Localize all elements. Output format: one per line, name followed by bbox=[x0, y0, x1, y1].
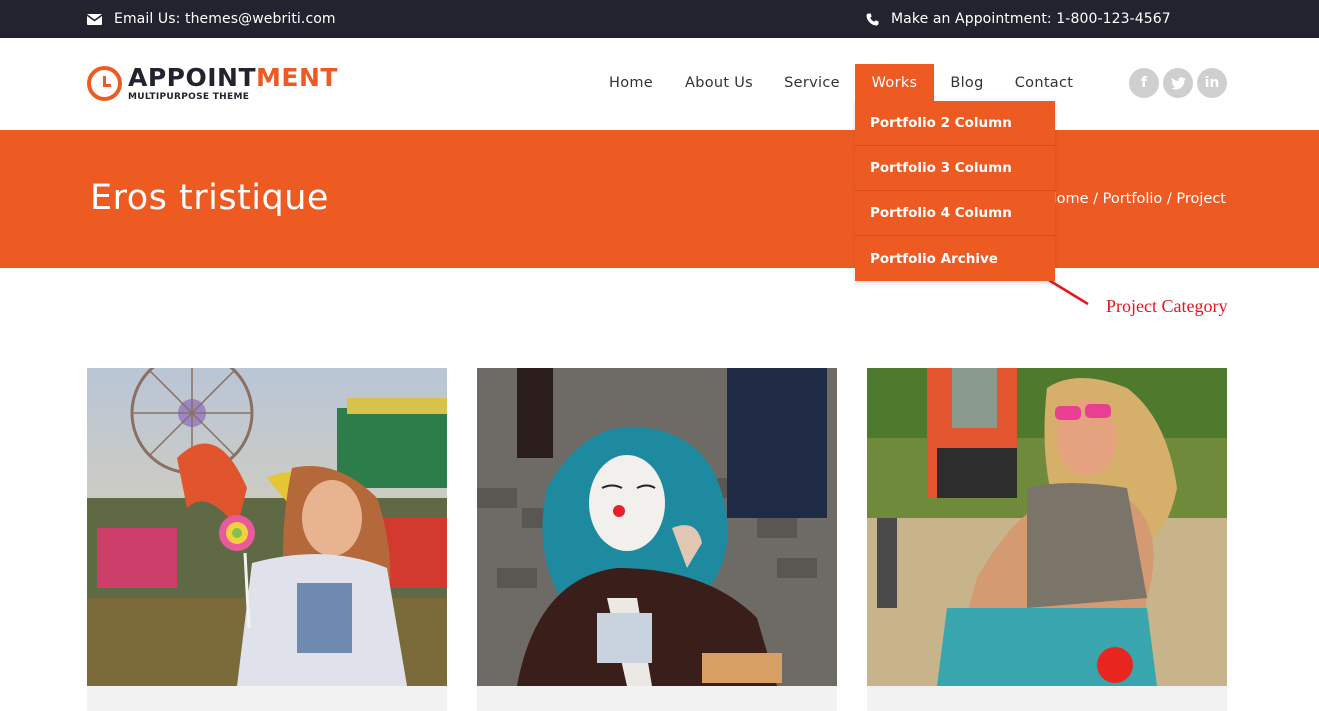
site-header: Appointment MULTIPURPOSE THEME Home Abou… bbox=[0, 38, 1319, 130]
envelope-icon bbox=[87, 13, 102, 25]
portfolio-card[interactable] bbox=[87, 368, 447, 711]
linkedin-icon[interactable]: in bbox=[1197, 68, 1227, 98]
clock-icon bbox=[87, 66, 122, 101]
dropdown-item-portfolio-3-column[interactable]: Portfolio 3 Column bbox=[855, 146, 1055, 191]
email-contact[interactable]: Email Us: themes@webriti.com bbox=[87, 0, 336, 38]
portfolio-image-mime-woman[interactable] bbox=[477, 368, 837, 686]
twitter-icon[interactable] bbox=[1163, 68, 1193, 98]
facebook-glyph: f bbox=[1140, 75, 1148, 91]
nav-item-about-us[interactable]: About Us bbox=[672, 64, 766, 101]
portfolio-image-woman-sunglasses[interactable] bbox=[867, 368, 1227, 686]
logo-tagline: MULTIPURPOSE THEME bbox=[128, 92, 250, 102]
linkedin-glyph: in bbox=[1204, 75, 1220, 91]
phone-contact[interactable]: Make an Appointment: 1-800-123-4567 bbox=[866, 0, 1171, 38]
breadcrumb[interactable]: Home / Portfolio / Project bbox=[1046, 191, 1226, 207]
logo-brand-main: Appoint bbox=[128, 63, 257, 92]
twitter-bird-glyph bbox=[1170, 76, 1186, 89]
page-title-banner: Eros tristique Home / Portfolio / Projec… bbox=[0, 130, 1319, 268]
nav-item-home[interactable]: Home bbox=[596, 64, 666, 101]
dropdown-item-portfolio-4-column[interactable]: Portfolio 4 Column bbox=[855, 191, 1055, 236]
email-text: Email Us: themes@webriti.com bbox=[114, 11, 336, 27]
portfolio-image-girl-lollipop[interactable] bbox=[87, 368, 447, 686]
site-logo[interactable]: Appointment MULTIPURPOSE THEME bbox=[87, 64, 337, 104]
works-dropdown-menu: Portfolio 2 Column Portfolio 3 Column Po… bbox=[855, 101, 1055, 281]
nav-item-blog[interactable]: Blog bbox=[940, 64, 994, 101]
nav-item-service[interactable]: Service bbox=[772, 64, 852, 101]
portfolio-card[interactable] bbox=[477, 368, 837, 711]
phone-text: Make an Appointment: 1-800-123-4567 bbox=[891, 11, 1171, 27]
page-title: Eros tristique bbox=[90, 178, 329, 218]
top-bar: Email Us: themes@webriti.com Make an App… bbox=[0, 0, 1319, 38]
nav-item-works[interactable]: Works bbox=[855, 64, 934, 101]
portfolio-card[interactable] bbox=[867, 368, 1227, 711]
annotation-label: Project Category bbox=[1106, 296, 1228, 316]
dropdown-item-portfolio-archive[interactable]: Portfolio Archive bbox=[855, 236, 1055, 281]
facebook-icon[interactable]: f bbox=[1129, 68, 1159, 98]
logo-brand: Appointment bbox=[128, 64, 338, 92]
phone-icon bbox=[866, 13, 879, 25]
dropdown-item-portfolio-2-column[interactable]: Portfolio 2 Column bbox=[855, 101, 1055, 146]
logo-brand-accent: ment bbox=[256, 63, 338, 92]
nav-item-contact[interactable]: Contact bbox=[1004, 64, 1084, 101]
